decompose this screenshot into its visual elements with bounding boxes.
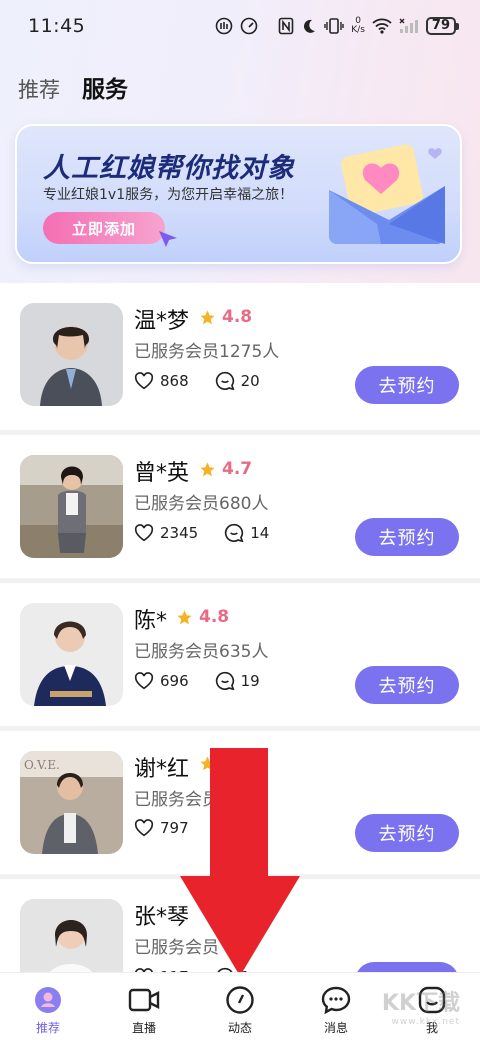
comments-count: 19 bbox=[240, 671, 260, 690]
stats: 696 19 bbox=[134, 671, 286, 690]
nav-live[interactable]: 直播 bbox=[96, 973, 192, 1040]
watermark: KK下载 www.kkx.net bbox=[382, 985, 460, 1027]
comments-stat[interactable]: 20 bbox=[215, 371, 260, 390]
nav-recommend[interactable]: 推荐 bbox=[0, 973, 96, 1040]
book-button[interactable]: 去预约 bbox=[355, 666, 459, 704]
rating-value: 4.8 bbox=[199, 607, 230, 627]
star-icon bbox=[177, 609, 192, 624]
nav-label: 直播 bbox=[131, 1021, 156, 1035]
cursor-arrow-icon bbox=[159, 231, 177, 247]
comment-icon bbox=[225, 523, 244, 542]
recommend-icon bbox=[35, 987, 61, 1013]
app-notification-icon bbox=[215, 17, 233, 35]
matchmaker-name: 温*梦 bbox=[134, 309, 190, 334]
red-arrow-annotation bbox=[180, 748, 300, 976]
likes-count: 696 bbox=[160, 671, 189, 690]
banner-title: 人工红娘帮你找对象 bbox=[43, 153, 295, 184]
compass-icon bbox=[226, 986, 254, 1014]
tab-recommend[interactable]: 推荐 bbox=[18, 74, 60, 104]
likes-count: 868 bbox=[160, 371, 189, 390]
comments-stat[interactable]: 14 bbox=[224, 523, 269, 542]
battery-indicator: 79 bbox=[425, 17, 460, 35]
heart-icon bbox=[134, 819, 154, 837]
nav-label: 消息 bbox=[323, 1021, 348, 1035]
envelope-heart-icon bbox=[329, 144, 445, 244]
banner-subtitle: 专业红娘1v1服务，为您开启幸福之旅！ bbox=[43, 187, 294, 203]
nav-label: 推荐 bbox=[35, 1021, 60, 1035]
comments-stat[interactable]: 19 bbox=[215, 671, 260, 690]
wifi-icon bbox=[372, 18, 392, 34]
likes-stat[interactable]: 2345 bbox=[134, 524, 198, 542]
nav-messages[interactable]: 消息 bbox=[288, 973, 384, 1040]
comments-count: 20 bbox=[240, 371, 260, 390]
rating: 4.7 bbox=[199, 459, 252, 479]
rating: 4.8 bbox=[199, 307, 252, 327]
matchmaker-card[interactable]: 曾*英 4.7 已服务会员680人 2345 14 去预约 bbox=[0, 431, 480, 578]
top-tabs: 推荐 服务 bbox=[18, 70, 138, 108]
likes-stat[interactable]: 696 bbox=[134, 672, 189, 690]
heart-icon bbox=[134, 523, 154, 541]
served-count: 已服务会员680人 bbox=[134, 494, 269, 514]
served-count: 已服务会员1275人 bbox=[134, 342, 280, 362]
comment-icon bbox=[215, 371, 235, 390]
status-icons-right: 0 K/s 79 bbox=[278, 17, 460, 35]
avatar: O.V.E. bbox=[20, 751, 123, 854]
watermark-url: www.kkx.net bbox=[391, 1017, 460, 1027]
signal-icon bbox=[399, 18, 418, 33]
rating-value: 4.8 bbox=[222, 307, 253, 327]
avatar bbox=[20, 303, 123, 406]
message-icon bbox=[321, 986, 351, 1015]
matchmaker-name: 曾*英 bbox=[134, 461, 190, 486]
heart-icon bbox=[134, 371, 154, 389]
rating-value: 4.7 bbox=[222, 459, 253, 479]
avatar bbox=[20, 455, 123, 558]
live-camera-icon bbox=[128, 988, 160, 1012]
watermark-text: KK下载 bbox=[381, 991, 460, 1016]
nav-label: 动态 bbox=[227, 1021, 252, 1035]
status-time: 11:45 bbox=[28, 15, 86, 37]
matchmaker-card[interactable]: 陈* 4.8 已服务会员635人 696 19 去预约 bbox=[0, 579, 480, 726]
matchmaker-banner[interactable]: 人工红娘帮你找对象 专业红娘1v1服务，为您开启幸福之旅！ 立即添加 bbox=[15, 124, 462, 264]
speed-unit: K/s bbox=[351, 25, 365, 35]
stats: 2345 14 bbox=[134, 523, 295, 542]
status-icons bbox=[215, 17, 258, 35]
likes-stat[interactable]: 868 bbox=[134, 372, 189, 390]
book-button[interactable]: 去预约 bbox=[355, 814, 459, 852]
matchmaker-card[interactable]: 温*梦 4.8 已服务会员1275人 868 20 去预约 bbox=[0, 283, 480, 430]
vibrate-icon bbox=[324, 18, 344, 34]
star-icon bbox=[200, 309, 215, 324]
matchmaker-name: 陈* bbox=[134, 609, 168, 634]
book-button[interactable]: 去预约 bbox=[355, 518, 459, 556]
rating: 4.8 bbox=[176, 607, 229, 627]
speedometer-icon bbox=[240, 17, 258, 35]
nav-moments[interactable]: 动态 bbox=[192, 973, 288, 1040]
stats: 868 20 bbox=[134, 371, 286, 390]
network-speed: 0 K/s bbox=[351, 17, 365, 35]
tab-service[interactable]: 服务 bbox=[80, 70, 138, 108]
add-now-button[interactable]: 立即添加 bbox=[43, 212, 165, 244]
svg-text:O.V.E.: O.V.E. bbox=[24, 758, 60, 772]
nfc-icon bbox=[278, 17, 294, 35]
served-count: 已服务会员635人 bbox=[134, 642, 269, 662]
avatar bbox=[20, 603, 123, 706]
status-bar: 11:45 0 K/s 79 bbox=[0, 0, 480, 52]
book-button[interactable]: 去预约 bbox=[355, 366, 459, 404]
heart-icon bbox=[134, 671, 154, 689]
star-icon bbox=[200, 461, 215, 476]
moon-icon bbox=[304, 19, 316, 33]
comments-count: 14 bbox=[250, 523, 270, 542]
comment-icon bbox=[215, 671, 235, 690]
likes-count: 2345 bbox=[160, 523, 199, 542]
